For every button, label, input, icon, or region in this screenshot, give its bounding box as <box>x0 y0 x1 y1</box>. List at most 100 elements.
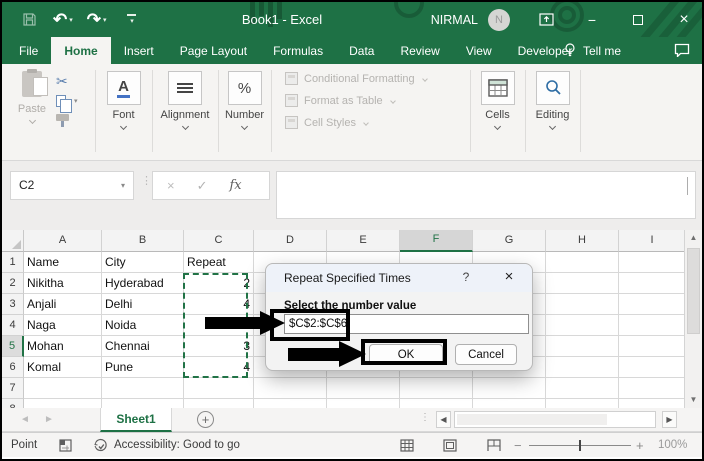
cell-C8[interactable] <box>184 399 254 408</box>
cell-I7[interactable] <box>619 378 686 399</box>
cell-F7[interactable] <box>400 378 473 399</box>
cell-H8[interactable] <box>546 399 619 408</box>
cell-G8[interactable] <box>473 399 546 408</box>
chevron-down-icon[interactable] <box>119 122 128 131</box>
cell-B7[interactable] <box>102 378 184 399</box>
ribbon-display-options-icon[interactable] <box>538 12 554 28</box>
paste-button[interactable]: Paste <box>12 69 52 125</box>
cell-E8[interactable] <box>327 399 400 408</box>
cell-A2[interactable]: Nikitha <box>24 273 102 294</box>
copy-dropdown-icon[interactable]: ▾ <box>74 97 78 105</box>
zoom-slider-thumb[interactable] <box>579 440 581 451</box>
format-painter-icon[interactable] <box>56 114 69 127</box>
tell-me[interactable]: Tell me <box>564 37 621 64</box>
cell-B4[interactable]: Noida <box>102 315 184 336</box>
zoom-out-button[interactable]: − <box>514 433 522 457</box>
cell-C7[interactable] <box>184 378 254 399</box>
zoom-in-button[interactable]: + <box>636 433 644 457</box>
cell-C1[interactable]: Repeat <box>184 252 254 273</box>
cell-E7[interactable] <box>327 378 400 399</box>
tab-review[interactable]: Review <box>387 37 452 64</box>
cell-I6[interactable] <box>619 357 686 378</box>
cell-B3[interactable]: Delhi <box>102 294 184 315</box>
tab-view[interactable]: View <box>453 37 505 64</box>
scroll-left-icon[interactable]: ◀ <box>436 411 451 428</box>
row-header-5[interactable]: 5 <box>2 336 24 357</box>
save-icon[interactable] <box>22 12 37 27</box>
cell-H3[interactable] <box>546 294 619 315</box>
cancel-button[interactable]: Cancel <box>455 344 517 365</box>
cell-G7[interactable] <box>473 378 546 399</box>
format-as-table-button[interactable]: Format as Table <box>285 94 396 107</box>
redo-dropdown-icon[interactable]: ▾ <box>103 16 107 24</box>
cut-icon[interactable]: ✂ <box>56 74 68 88</box>
editing-group[interactable]: Editing <box>525 64 580 161</box>
cell-A4[interactable]: Naga <box>24 315 102 336</box>
vertical-scrollbar-thumb[interactable] <box>687 248 700 334</box>
accessibility-icon[interactable] <box>94 433 108 457</box>
chevron-down-icon[interactable] <box>493 122 502 131</box>
row-header-7[interactable]: 7 <box>2 378 24 399</box>
column-header-A[interactable]: A <box>24 230 102 252</box>
cell-B1[interactable]: City <box>102 252 184 273</box>
cell-I1[interactable] <box>619 252 686 273</box>
cell-C6[interactable]: 4 <box>184 357 254 378</box>
zoom-slider[interactable] <box>529 440 631 451</box>
alignment-group[interactable]: Alignment <box>152 64 218 161</box>
conditional-formatting-button[interactable]: Conditional Formatting <box>285 72 428 85</box>
tab-data[interactable]: Data <box>336 37 387 64</box>
column-header-D[interactable]: D <box>254 230 327 252</box>
maximize-icon[interactable] <box>630 12 646 28</box>
formula-bar-collapse-icon[interactable] <box>687 177 688 196</box>
row-header-1[interactable]: 1 <box>2 252 24 273</box>
chevron-down-icon[interactable] <box>240 122 249 131</box>
cell-B6[interactable]: Pune <box>102 357 184 378</box>
normal-view-button[interactable] <box>400 433 414 457</box>
cell-A6[interactable]: Komal <box>24 357 102 378</box>
customize-qat-icon[interactable]: ▾ <box>126 14 136 25</box>
column-header-F[interactable]: F <box>400 230 473 252</box>
cell-I2[interactable] <box>619 273 686 294</box>
cells-group[interactable]: Cells <box>470 64 525 161</box>
name-box[interactable]: C2 ▾ <box>10 171 134 200</box>
row-header-8[interactable]: 8 <box>2 399 24 408</box>
user-name[interactable]: NIRMAL <box>431 13 478 27</box>
cell-H1[interactable] <box>546 252 619 273</box>
formula-input[interactable] <box>276 171 696 219</box>
cell-C5[interactable]: 3 <box>184 336 254 357</box>
formula-bar-splitter[interactable]: ⋮ <box>141 174 152 187</box>
add-sheet-button[interactable]: + <box>197 411 214 428</box>
scroll-down-icon[interactable]: ▼ <box>685 392 702 408</box>
tab-formulas[interactable]: Formulas <box>260 37 336 64</box>
cell-C2[interactable]: 2 <box>184 273 254 294</box>
row-header-2[interactable]: 2 <box>2 273 24 294</box>
undo-button[interactable]: ↶ ▾ <box>53 11 73 28</box>
sheet-tab-sheet1[interactable]: Sheet1 <box>100 408 172 432</box>
macro-record-icon[interactable] <box>59 433 72 457</box>
column-header-B[interactable]: B <box>102 230 184 252</box>
tab-page-layout[interactable]: Page Layout <box>167 37 260 64</box>
cancel-entry-icon[interactable]: × <box>167 178 175 193</box>
zoom-level[interactable]: 100% <box>658 433 687 457</box>
undo-dropdown-icon[interactable]: ▾ <box>69 16 73 24</box>
page-break-view-button[interactable] <box>487 433 501 457</box>
column-header-E[interactable]: E <box>327 230 400 252</box>
redo-button[interactable]: ↷ ▾ <box>87 11 107 28</box>
sheet-nav-left-icon[interactable]: ◄ <box>20 408 30 432</box>
dialog-help-button[interactable]: ? <box>458 270 474 286</box>
horizontal-scrollbar[interactable] <box>454 411 656 428</box>
comment-icon[interactable] <box>674 43 690 57</box>
scroll-right-icon[interactable]: ▶ <box>662 411 677 428</box>
cell-A3[interactable]: Anjali <box>24 294 102 315</box>
cell-I8[interactable] <box>619 399 686 408</box>
vertical-scrollbar[interactable]: ▲ ▼ <box>684 230 702 408</box>
column-header-I[interactable]: I <box>619 230 686 252</box>
row-header-3[interactable]: 3 <box>2 294 24 315</box>
cell-H2[interactable] <box>546 273 619 294</box>
dialog-close-icon[interactable]: × <box>500 268 518 286</box>
row-header-6[interactable]: 6 <box>2 357 24 378</box>
tab-home[interactable]: Home <box>51 37 111 64</box>
scroll-up-icon[interactable]: ▲ <box>685 230 702 246</box>
font-group[interactable]: A Font <box>95 64 152 161</box>
column-header-H[interactable]: H <box>546 230 619 252</box>
